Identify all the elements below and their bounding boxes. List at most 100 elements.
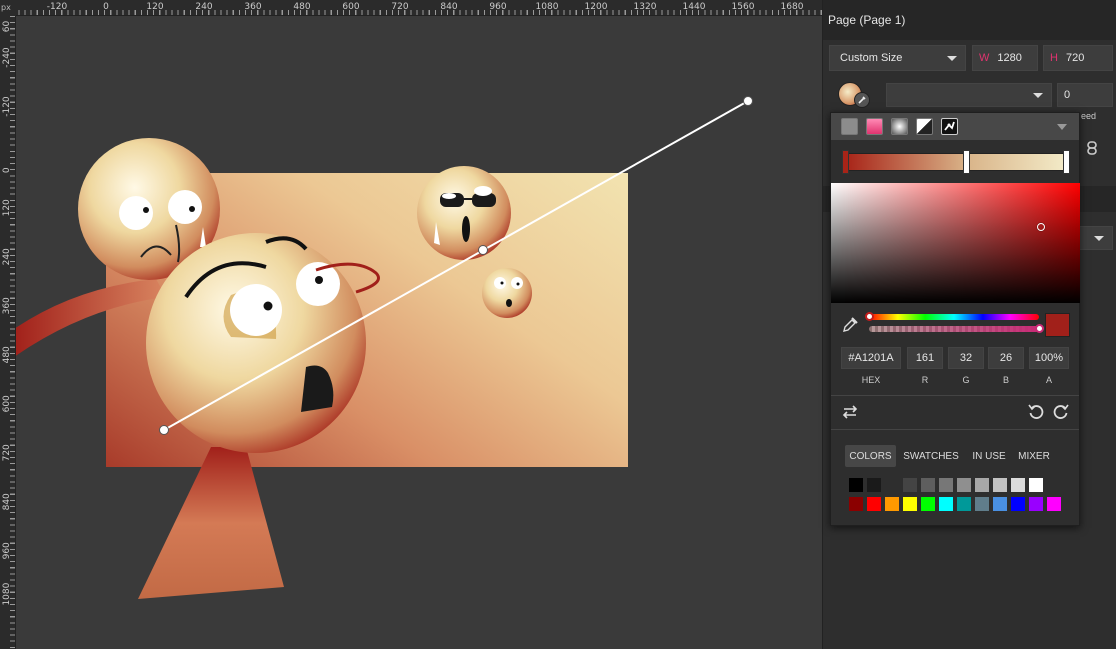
ruler-label: 600 [2, 395, 12, 413]
undo-icon[interactable] [1027, 403, 1045, 421]
character-ball-small[interactable] [482, 268, 532, 318]
hue-slider[interactable] [865, 312, 1039, 321]
arm-shape[interactable] [16, 279, 166, 357]
alpha-label: A [1045, 375, 1052, 385]
ruler-label: 1080 [535, 2, 559, 12]
page-size-dropdown[interactable]: Custom Size [829, 45, 966, 71]
divider [831, 395, 1079, 396]
link-icon[interactable] [1085, 140, 1099, 156]
color-swatch[interactable] [993, 497, 1007, 511]
gradient-start-handle[interactable] [159, 425, 169, 435]
eyedropper-icon[interactable] [841, 316, 859, 334]
color-swatch[interactable] [975, 478, 989, 492]
color-swatch[interactable] [1011, 497, 1025, 511]
color-swatch[interactable] [885, 478, 899, 492]
color-swatch[interactable] [849, 497, 863, 511]
color-swatch[interactable] [1011, 478, 1025, 492]
color-swatch[interactable] [1029, 478, 1043, 492]
blue-label: B [1002, 375, 1009, 385]
leg-shape[interactable] [138, 447, 284, 599]
radial-gradient-button[interactable] [891, 118, 908, 135]
color-swatch[interactable] [939, 497, 953, 511]
ruler-label: 480 [2, 346, 12, 364]
tab-mixer[interactable]: MIXER [1015, 445, 1053, 467]
partial-label: eed [1081, 111, 1097, 121]
ruler-label: 840 [440, 2, 458, 12]
ruler-label: 240 [195, 2, 213, 12]
ruler-label: 1560 [731, 2, 755, 12]
color-swatch[interactable] [903, 478, 917, 492]
color-cursor[interactable] [1037, 223, 1045, 231]
color-swatch[interactable] [957, 478, 971, 492]
gradient-stop-start[interactable] [842, 150, 849, 174]
height-prefix: H [1050, 52, 1058, 64]
fill-type-bar [831, 113, 1079, 140]
ruler-label: 720 [2, 444, 12, 462]
tab-in-use[interactable]: IN USE [967, 445, 1011, 467]
redo-icon[interactable] [1052, 403, 1070, 421]
solid-fill-button[interactable] [841, 118, 858, 135]
color-swatch[interactable] [849, 478, 863, 492]
green-input[interactable]: 32 [948, 347, 984, 369]
color-swatch[interactable] [1029, 497, 1043, 511]
color-swatch[interactable] [885, 497, 899, 511]
current-color-swatch [1045, 313, 1070, 337]
hue-slider-knob[interactable] [865, 312, 874, 321]
swap-icon[interactable] [841, 404, 859, 420]
hex-input[interactable]: #A1201A [841, 347, 901, 369]
color-swatch[interactable] [921, 478, 935, 492]
ruler-label: 0 [2, 167, 12, 174]
height-field[interactable]: H 720 [1043, 45, 1113, 71]
color-swatch[interactable] [1047, 497, 1061, 511]
ruler-label: 840 [2, 493, 12, 511]
design-canvas[interactable] [16, 17, 822, 649]
conical-gradient-button[interactable] [916, 118, 933, 135]
panel-title: Page (Page 1) [823, 0, 1116, 40]
width-field[interactable]: W 1280 [972, 45, 1038, 71]
eyedropper-icon[interactable] [854, 92, 870, 108]
alpha-slider-knob[interactable] [1035, 324, 1044, 333]
gradient-mid-handle[interactable] [478, 245, 488, 255]
chevron-down-icon [1094, 236, 1104, 241]
ruler-label: 120 [146, 2, 164, 12]
color-swatch[interactable] [867, 497, 881, 511]
color-swatch[interactable] [939, 478, 953, 492]
blue-input[interactable]: 26 [988, 347, 1024, 369]
chevron-down-icon [1033, 93, 1043, 98]
app-window: px -120 0 120 240 360 480 600 720 840 960 1080 1200… [0, 0, 1116, 649]
ruler-unit-label: px [0, 0, 16, 16]
freeform-gradient-button[interactable] [941, 118, 958, 135]
saturation-value-area[interactable] [831, 183, 1080, 303]
color-swatch[interactable] [993, 478, 1007, 492]
alpha-input[interactable]: 100% [1029, 347, 1069, 369]
color-swatch[interactable] [867, 478, 881, 492]
ruler-label: -120 [46, 2, 68, 12]
background-value: 0 [1064, 89, 1071, 101]
background-value-field[interactable]: 0 [1057, 83, 1113, 107]
divider [831, 429, 1079, 430]
tab-colors[interactable]: COLORS [845, 445, 896, 467]
gradient-end-handle[interactable] [743, 96, 753, 106]
red-input[interactable]: 161 [907, 347, 943, 369]
alpha-slider[interactable] [869, 324, 1044, 333]
gradient-stop-end[interactable] [1063, 150, 1070, 174]
ruler-label: 1080 [2, 582, 12, 606]
width-prefix: W [979, 52, 990, 64]
character-ball-sunglasses[interactable] [417, 166, 511, 260]
ruler-label: 120 [2, 199, 12, 217]
chevron-down-icon[interactable] [1057, 124, 1067, 130]
vertical-ruler[interactable]: 60 -240 -120 0 120 240 360 480 600 720 840 960 1080 [0, 16, 16, 649]
linear-gradient-button[interactable] [866, 118, 883, 135]
horizontal-ruler[interactable]: -120 0 120 240 360 480 600 720 840 960 1080 1200 132… [0, 0, 822, 16]
color-swatch[interactable] [957, 497, 971, 511]
ruler-label: 0 [103, 2, 109, 12]
ruler-label: -240 [2, 47, 12, 68]
color-swatch[interactable] [903, 497, 917, 511]
color-swatch[interactable] [975, 497, 989, 511]
gradient-preview-bar[interactable] [845, 153, 1067, 171]
color-swatch[interactable] [921, 497, 935, 511]
fill-type-dropdown[interactable] [886, 83, 1052, 107]
tab-swatches[interactable]: SWATCHES [901, 445, 961, 467]
ruler-label: 60 [2, 20, 12, 33]
gradient-stop-mid[interactable] [963, 150, 970, 174]
